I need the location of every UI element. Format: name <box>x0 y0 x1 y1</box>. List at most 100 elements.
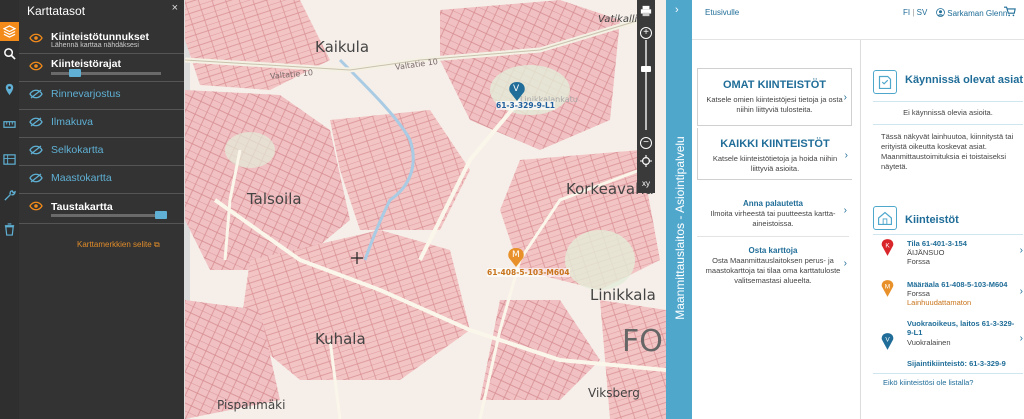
lang-fi[interactable]: FI <box>903 8 910 17</box>
ongoing-matters-header: Käynnissä olevat asiat <box>873 70 1023 96</box>
opacity-slider-knob[interactable] <box>69 69 81 77</box>
service-title: Anna palautetta <box>742 199 803 208</box>
layer-row-selkokartta[interactable]: Selkokartta <box>19 138 184 166</box>
zoom-slider-track[interactable] <box>645 40 647 130</box>
all-properties-card[interactable]: KAIKKI KIINTEISTÖT Katsele kiinteistötie… <box>697 128 852 180</box>
print-button[interactable] <box>637 2 655 20</box>
eye-off-icon[interactable] <box>29 173 43 183</box>
close-icon[interactable]: × <box>172 2 178 14</box>
property-item[interactable]: K Tila 61-401-3-154 ÄIJÄNSUO Forssa › <box>873 239 1023 279</box>
layers-button[interactable] <box>0 22 19 41</box>
measure-button[interactable] <box>0 115 19 134</box>
svg-text:V: V <box>885 337 890 344</box>
location-button[interactable] <box>0 80 19 99</box>
collapse-chevron-icon[interactable]: › <box>675 4 679 16</box>
lang-sv[interactable]: SV <box>917 8 928 17</box>
section-title: Kiinteistöt <box>905 214 959 226</box>
delete-button[interactable] <box>0 220 19 239</box>
layer-name: Ilmakuva <box>51 116 94 128</box>
layer-hint: Lähennä karttaa nähdäksesi <box>51 42 139 49</box>
opacity-slider[interactable] <box>51 69 161 77</box>
opacity-slider-knob[interactable] <box>155 211 167 219</box>
trash-icon <box>4 223 15 236</box>
no-ongoing-text: Ei käynnissä olevia asioita. <box>903 108 993 117</box>
property-name: ÄIJÄNSUO <box>907 248 945 257</box>
property-title: Tila 61-401-3-154 <box>907 239 967 248</box>
eye-icon[interactable] <box>29 61 43 71</box>
chevron-right-icon: › <box>1019 286 1023 297</box>
layer-row-kiinteistorajat[interactable]: Kiinteistörajat <box>19 54 184 82</box>
service-panel-strip[interactable]: › Maanmittauslaitos - Asiointipalvelu <box>666 0 692 419</box>
map-label-linikkala: Linikkala <box>590 286 656 304</box>
my-location-button[interactable] <box>637 152 655 170</box>
layer-row-kiinteistotunnukset[interactable]: Kiinteistötunnukset Lähennä karttaa nähd… <box>19 26 184 54</box>
layers-panel-title: Karttatasot <box>27 4 86 18</box>
home-link[interactable]: Etusivulle <box>705 8 739 17</box>
own-properties-card[interactable]: OMAT KIINTEISTÖT Katsele omien kiinteist… <box>697 68 852 126</box>
chevron-right-icon: › <box>843 205 847 216</box>
chevron-right-icon: › <box>1019 245 1023 256</box>
layer-row-ilmakuva[interactable]: Ilmakuva <box>19 110 184 138</box>
property-pin-icon: V <box>881 333 894 350</box>
print-map-button[interactable] <box>0 150 19 169</box>
search-button[interactable] <box>0 44 19 63</box>
service-title: Maanmittauslaitos - Asiointipalvelu <box>673 136 687 320</box>
service-description: Ilmoita virheestä tai puutteesta kartta-… <box>710 209 836 228</box>
eye-off-icon[interactable] <box>29 89 43 99</box>
property-pin-icon: M <box>881 280 894 297</box>
map-label-kuhala: Kuhala <box>315 330 366 348</box>
chevron-right-icon: › <box>1019 333 1023 344</box>
service-description: Osta Maanmittauslaitoksen perus- ja maas… <box>705 256 841 285</box>
svg-text:K: K <box>885 243 890 250</box>
tools-button[interactable] <box>0 186 19 205</box>
section-title: Käynnissä olevat asiat <box>905 74 1024 86</box>
top-bar: Etusivulle FI | SV Sarkaman Glenn <box>692 0 1024 40</box>
properties-header: Kiinteistöt <box>873 206 1023 232</box>
layers-icon <box>3 25 16 38</box>
property-role: Vuokralainen <box>907 338 951 347</box>
zoom-out-button[interactable]: − <box>637 134 655 152</box>
missing-property-link[interactable]: Eikö kiinteistösi ole listalla? <box>883 378 973 388</box>
eye-off-icon[interactable] <box>29 145 43 155</box>
main-services-column: OMAT KIINTEISTÖT Katsele omien kiinteist… <box>697 40 855 419</box>
chevron-right-icon: › <box>843 92 847 103</box>
layer-name: Taustakartta <box>51 201 113 213</box>
marker-m-letter[interactable]: M <box>512 250 520 260</box>
user-menu[interactable]: Sarkaman Glenn <box>936 8 1007 18</box>
house-icon <box>873 206 897 230</box>
layer-row-maastokartta[interactable]: Maastokartta <box>19 166 184 194</box>
map-label-talsoila: Talsoila <box>247 190 302 208</box>
eye-icon[interactable] <box>29 33 43 43</box>
map-label-pispanmaki: Pispanmäki <box>217 398 286 412</box>
card-description: Katsele kiinteistötietoja ja hoida niihi… <box>712 154 838 173</box>
divider <box>873 124 1023 125</box>
svg-text:M: M <box>885 284 890 291</box>
layer-name: Rinnevarjostus <box>51 88 121 100</box>
site-property-link[interactable]: Sijaintikiinteistö: 61-3-329-9 <box>907 359 1006 369</box>
divider <box>873 373 1023 374</box>
buy-maps-link[interactable]: Osta karttoja Osta Maanmittauslaitoksen … <box>697 246 849 296</box>
card-description: Katsele omien kiinteistöjesi tietoja ja … <box>706 95 843 114</box>
zoom-slider-knob[interactable] <box>641 66 651 72</box>
layers-panel: Karttatasot × Kiinteistötunnukset Lähenn… <box>19 0 184 419</box>
marker-m-label: 61-408-5-103-M604 <box>487 268 570 277</box>
info-column: Käynnissä olevat asiat Ei käynnissä olev… <box>860 40 1024 419</box>
feedback-link[interactable]: Anna palautetta Ilmoita virheestä tai pu… <box>697 199 849 237</box>
property-municipality: Forssa <box>907 289 930 298</box>
layer-name: Selkokartta <box>51 144 104 156</box>
opacity-slider[interactable] <box>51 211 167 219</box>
property-item[interactable]: V Vuokraoikeus, laitos 61-3-329-9-L1 Vuo… <box>873 319 1023 363</box>
layer-row-taustakartta[interactable]: Taustakartta <box>19 194 184 224</box>
property-item[interactable]: M Määräala 61-408-5-103-M604 Forssa Lain… <box>873 280 1023 320</box>
eye-off-icon[interactable] <box>29 117 43 127</box>
coordinate-tool-button[interactable]: xy <box>637 174 655 192</box>
map-legend-link[interactable]: Karttamerkkien selite ⧉ <box>77 240 160 250</box>
layer-row-rinnevarjostus[interactable]: Rinnevarjostus <box>19 82 184 110</box>
map-label-kaikula: Kaikula <box>315 38 370 56</box>
xy-label: xy <box>642 178 650 188</box>
eye-icon[interactable] <box>29 201 43 211</box>
cart-icon[interactable] <box>1004 6 1016 17</box>
language-switch: FI | SV <box>903 8 927 17</box>
marker-v-letter[interactable]: V <box>513 84 519 94</box>
property-municipality: Forssa <box>907 257 930 266</box>
